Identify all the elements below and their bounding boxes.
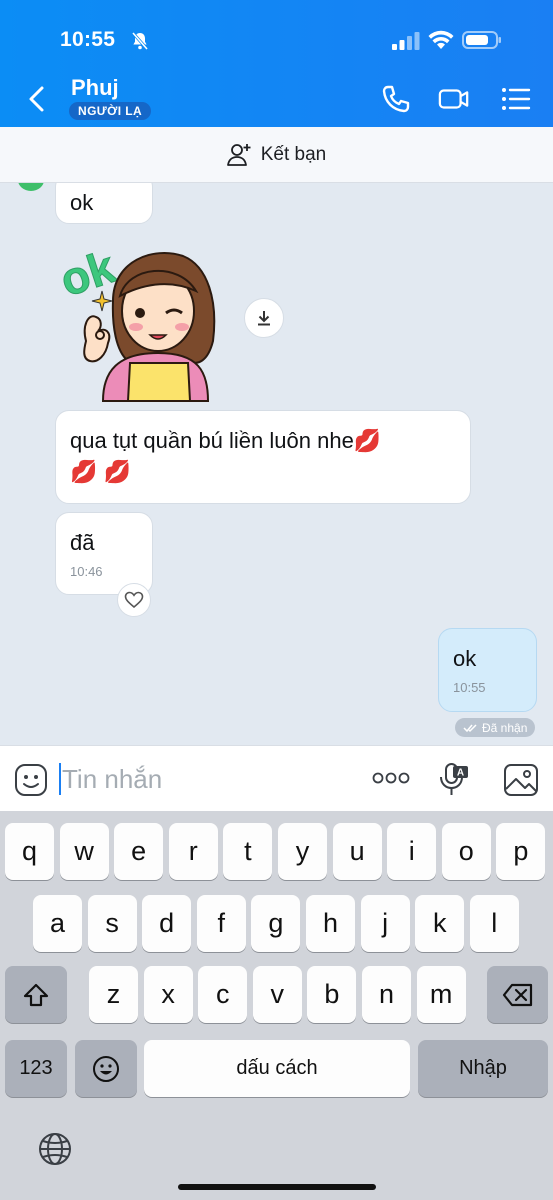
stranger-badge: NGƯỜI LẠ [69, 102, 152, 120]
key-e[interactable]: e [114, 823, 164, 880]
text-caret [59, 763, 61, 795]
video-call-icon[interactable] [438, 84, 470, 114]
image-gallery-icon[interactable] [503, 763, 539, 797]
message-bubble[interactable]: đã 10:46 [55, 512, 153, 595]
received-label: Đã nhận [482, 720, 528, 735]
add-friend-icon [226, 143, 251, 166]
double-check-icon [463, 723, 477, 732]
heart-icon [124, 591, 144, 609]
space-key[interactable]: dấu cách [144, 1040, 410, 1097]
sticker-emoji-icon[interactable] [14, 763, 48, 797]
download-button[interactable] [244, 298, 284, 338]
key-w[interactable]: w [59, 823, 109, 880]
emoji-key[interactable] [75, 1040, 137, 1097]
bell-off-icon [131, 32, 149, 50]
more-options-icon[interactable] [372, 772, 410, 784]
key-y[interactable]: y [278, 823, 327, 880]
message-bubble[interactable]: ok [55, 183, 153, 224]
message-text: ok [70, 190, 94, 215]
key-t[interactable]: t [223, 823, 273, 880]
my-message-text: ok [453, 646, 477, 671]
ok-sticker-image[interactable]: ok [58, 231, 218, 403]
menu-list-icon[interactable] [500, 84, 532, 114]
phone-call-icon[interactable] [380, 84, 412, 114]
key-m[interactable]: m [416, 966, 466, 1023]
key-z[interactable]: z [89, 966, 138, 1023]
key-d[interactable]: d [142, 895, 192, 952]
shift-icon [23, 983, 49, 1006]
key-p[interactable]: p [496, 823, 546, 880]
key-l[interactable]: l [469, 895, 519, 952]
numbers-key[interactable]: 123 [5, 1040, 67, 1097]
key-o[interactable]: o [441, 823, 491, 880]
return-key[interactable]: Nhập [418, 1040, 548, 1097]
key-v[interactable]: v [252, 966, 302, 1023]
cellular-signal-icon [392, 32, 420, 50]
my-message-time: 10:55 [453, 680, 486, 695]
message-input-bar: Tin nhắn A [0, 745, 553, 811]
message-input[interactable]: Tin nhắn [62, 764, 162, 795]
home-indicator[interactable] [178, 1184, 376, 1190]
message-text: đã [70, 530, 95, 555]
key-g[interactable]: g [251, 895, 301, 952]
my-message-bubble[interactable]: ok 10:55 [438, 628, 537, 712]
keyboard: qwertyuiop asdfghjkl zxcvbnm 123 dấu các… [0, 811, 553, 1200]
key-a[interactable]: a [33, 895, 82, 952]
key-u[interactable]: u [332, 823, 382, 880]
download-icon [258, 311, 270, 326]
message-bubble[interactable]: qua tụt quần bú liền luôn nhe💋 💋 💋 [55, 410, 471, 504]
message-text: qua tụt quần bú liền luôn nhe💋 💋 💋 [70, 428, 382, 484]
chat-header: 10:55 Phuj NGƯỜI LẠ [0, 0, 553, 127]
shift-key[interactable] [5, 966, 67, 1023]
back-icon[interactable] [24, 84, 50, 114]
contact-name[interactable]: Phuj [71, 75, 119, 101]
backspace-icon [502, 983, 532, 1006]
key-b[interactable]: b [307, 966, 357, 1023]
key-c[interactable]: c [198, 966, 248, 1023]
sticker-text: ok [58, 240, 121, 306]
key-r[interactable]: r [168, 823, 218, 880]
add-friend-label: Kết bạn [260, 143, 327, 165]
chat-area[interactable]: ok ok qua tụt quần bú liền luôn nhe💋 💋 💋 [0, 183, 553, 745]
key-n[interactable]: n [362, 966, 411, 1023]
key-k[interactable]: k [415, 895, 465, 952]
key-q[interactable]: q [5, 823, 54, 880]
message-time: 10:46 [70, 564, 103, 579]
avatar[interactable] [18, 183, 44, 191]
emoji-icon [93, 1055, 119, 1082]
received-status-badge: Đã nhận [455, 718, 536, 737]
key-s[interactable]: s [87, 895, 137, 952]
wifi-icon [428, 30, 454, 49]
voice-to-text-icon[interactable]: A [438, 762, 470, 798]
status-time: 10:55 [60, 28, 116, 51]
battery-icon [462, 31, 501, 49]
globe-icon[interactable] [37, 1131, 73, 1167]
key-f[interactable]: f [196, 895, 246, 952]
svg-text:A: A [457, 768, 464, 779]
key-x[interactable]: x [143, 966, 193, 1023]
key-i[interactable]: i [387, 823, 437, 880]
add-friend-button[interactable]: Kết bạn [0, 127, 553, 183]
react-heart-button[interactable] [117, 583, 151, 617]
key-j[interactable]: j [360, 895, 410, 952]
key-h[interactable]: h [306, 895, 355, 952]
backspace-key[interactable] [487, 966, 548, 1023]
